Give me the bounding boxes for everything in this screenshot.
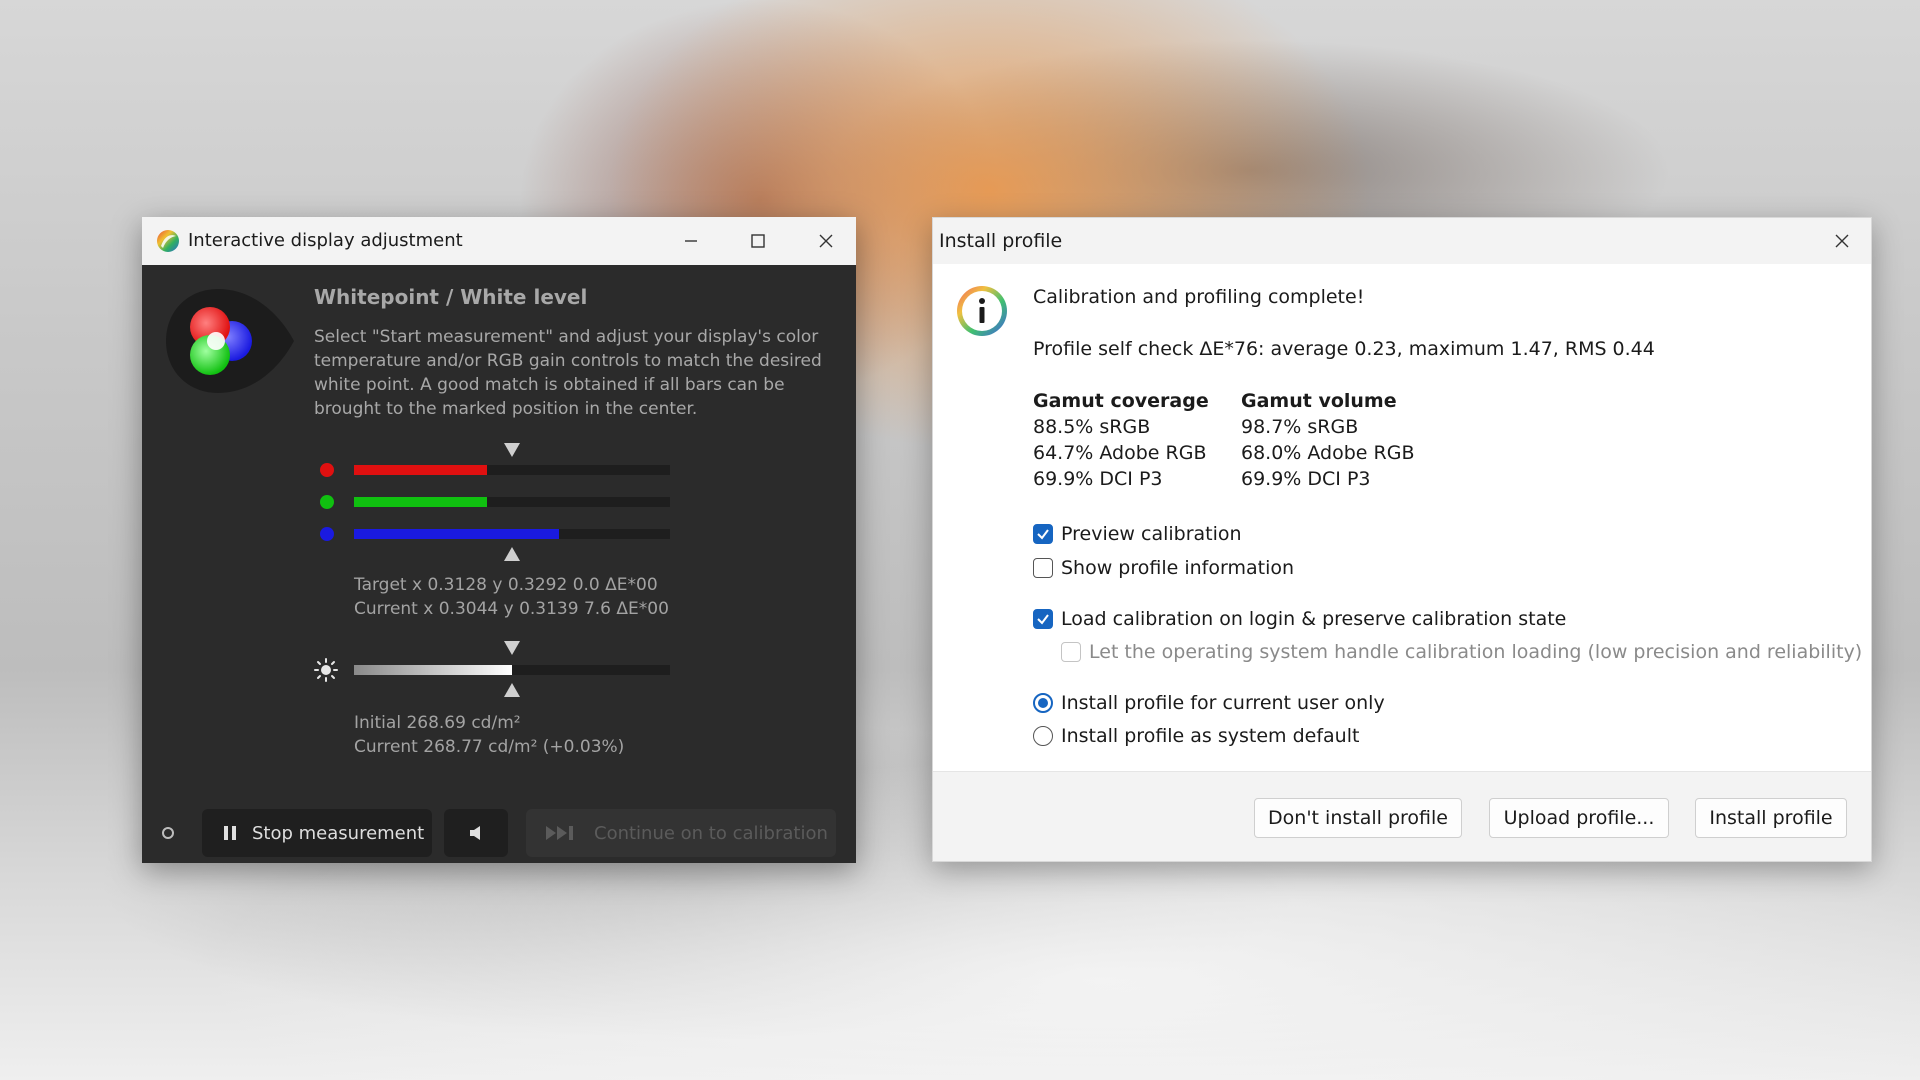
install-profile-dialog: Install profile Calibration and profilin… <box>932 217 1872 862</box>
red-channel-bar <box>354 465 670 475</box>
ida-window-title: Interactive display adjustment <box>188 230 463 251</box>
show-profile-info-label: Show profile information <box>1061 557 1295 579</box>
brightness-fill <box>354 665 512 675</box>
gamut-volume-adobergb: 68.0% Adobe RGB <box>1241 442 1415 464</box>
continue-label: Continue on to calibration <box>594 822 828 844</box>
section-heading: Whitepoint / White level <box>314 285 588 309</box>
maximize-icon <box>751 234 765 248</box>
radio-unselected-icon <box>1033 726 1053 746</box>
install-profile-button[interactable]: Install profile <box>1695 798 1847 838</box>
stop-measurement-button[interactable]: Stop measurement <box>202 809 432 857</box>
close-icon <box>819 234 833 248</box>
target-readout: Target x 0.3128 y 0.3292 0.0 ΔE*00 <box>354 575 658 595</box>
ip-titlebar[interactable]: Install profile <box>933 218 1871 264</box>
ip-footer: Don't install profile Upload profile... … <box>933 771 1871 861</box>
minimize-icon <box>685 240 697 242</box>
gamut-volume-dcip3: 69.9% DCI P3 <box>1241 468 1371 490</box>
sound-toggle-button[interactable] <box>444 809 508 857</box>
checkbox-checked-icon <box>1033 609 1053 629</box>
blue-channel-fill <box>354 529 560 539</box>
rgb-bullseye-icon <box>166 289 294 393</box>
gamut-coverage-dcip3: 69.9% DCI P3 <box>1033 468 1163 490</box>
show-profile-info-checkbox[interactable]: Show profile information <box>1033 557 1294 579</box>
blue-channel-dot <box>320 527 334 541</box>
initial-luminance-readout: Initial 268.69 cd/m² <box>354 713 521 733</box>
gamut-coverage-adobergb: 64.7% Adobe RGB <box>1033 442 1207 464</box>
green-channel-fill <box>354 497 487 507</box>
green-channel-bar <box>354 497 670 507</box>
brightness-bar <box>354 665 670 675</box>
completion-message: Calibration and profiling complete! <box>1033 286 1365 308</box>
ida-footer: Stop measurement Continue on to calibrat… <box>142 793 856 863</box>
ida-titlebar[interactable]: Interactive display adjustment <box>142 217 856 265</box>
pause-icon <box>224 826 236 840</box>
red-channel-fill <box>354 465 487 475</box>
gamut-volume-column: Gamut volume 98.7% sRGB 68.0% Adobe RGB … <box>1241 388 1415 492</box>
profile-self-check: Profile self check ΔE*76: average 0.23, … <box>1033 338 1655 360</box>
maximize-button[interactable] <box>729 217 787 265</box>
os-handle-calibration-checkbox[interactable]: Let the operating system handle calibrat… <box>1061 641 1862 663</box>
current-luminance-readout: Current 268.77 cd/m² (+0.03%) <box>354 737 625 757</box>
brightness-marker-bottom <box>504 683 520 697</box>
install-current-user-radio[interactable]: Install profile for current user only <box>1033 692 1385 714</box>
green-channel-dot <box>320 495 334 509</box>
instruction-text: Select "Start measurement" and adjust yo… <box>314 327 822 419</box>
checkbox-disabled-icon <box>1061 642 1081 662</box>
target-marker-bottom <box>504 547 520 561</box>
close-icon <box>1835 234 1849 248</box>
info-icon <box>957 286 1007 336</box>
gamut-coverage-column: Gamut coverage 88.5% sRGB 64.7% Adobe RG… <box>1033 388 1209 492</box>
interactive-display-adjustment-window: Interactive display adjustment Whitepoin… <box>142 217 856 863</box>
load-calibration-checkbox[interactable]: Load calibration on login & preserve cal… <box>1033 608 1566 630</box>
stop-measurement-label: Stop measurement <box>252 822 425 844</box>
red-channel-dot <box>320 463 334 477</box>
ip-window-title: Install profile <box>939 230 1063 252</box>
os-handle-calibration-label: Let the operating system handle calibrat… <box>1089 641 1863 663</box>
measurement-status-indicator <box>162 827 174 839</box>
load-calibration-label: Load calibration on login & preserve cal… <box>1061 608 1567 630</box>
install-system-default-label: Install profile as system default <box>1061 725 1360 747</box>
install-current-user-label: Install profile for current user only <box>1061 692 1385 714</box>
current-readout: Current x 0.3044 y 0.3139 7.6 ΔE*00 <box>354 599 669 619</box>
upload-profile-button[interactable]: Upload profile... <box>1489 798 1669 838</box>
gamut-coverage-header: Gamut coverage <box>1033 390 1209 412</box>
preview-calibration-label: Preview calibration <box>1061 523 1242 545</box>
speaker-icon <box>470 826 480 840</box>
brightness-marker-top <box>504 641 520 655</box>
checkbox-checked-icon <box>1033 524 1053 544</box>
displaycal-app-icon <box>157 230 179 252</box>
gamut-volume-srgb: 98.7% sRGB <box>1241 416 1359 438</box>
gamut-coverage-srgb: 88.5% sRGB <box>1033 416 1151 438</box>
blue-channel-bar <box>354 529 670 539</box>
gamut-volume-header: Gamut volume <box>1241 390 1397 412</box>
skip-forward-icon <box>546 826 573 840</box>
target-marker-top <box>504 443 520 457</box>
brightness-sun-icon <box>314 658 338 682</box>
ip-close-button[interactable] <box>1813 217 1871 265</box>
radio-selected-icon <box>1033 693 1053 713</box>
checkbox-unchecked-icon <box>1033 558 1053 578</box>
dont-install-button[interactable]: Don't install profile <box>1254 798 1462 838</box>
preview-calibration-checkbox[interactable]: Preview calibration <box>1033 523 1242 545</box>
close-button[interactable] <box>797 217 855 265</box>
minimize-button[interactable] <box>662 217 720 265</box>
continue-to-calibration-button[interactable]: Continue on to calibration <box>526 809 836 857</box>
install-system-default-radio[interactable]: Install profile as system default <box>1033 725 1359 747</box>
